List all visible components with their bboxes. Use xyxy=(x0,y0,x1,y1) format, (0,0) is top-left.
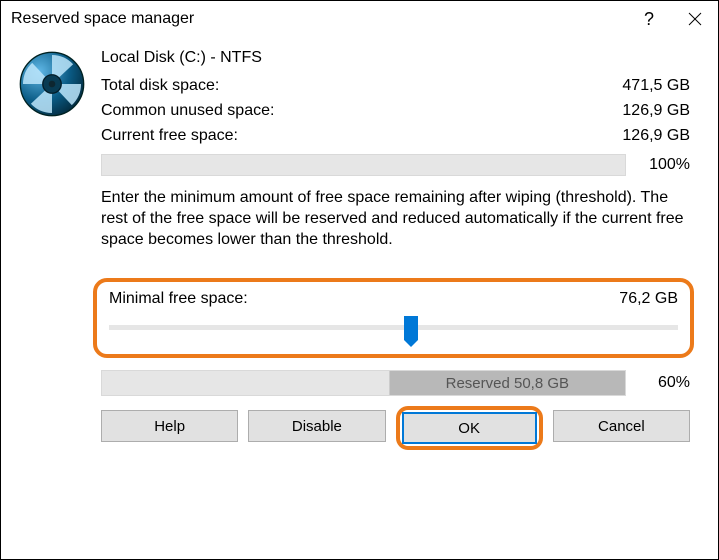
disk-icon xyxy=(19,51,85,117)
help-button[interactable]: ? xyxy=(626,1,672,37)
button-row: Help Disable OK Cancel xyxy=(101,410,690,446)
unused-label: Common unused space: xyxy=(101,102,274,120)
question-icon: ? xyxy=(644,9,654,30)
help-button-bottom[interactable]: Help xyxy=(101,410,238,442)
free-space-progress-row: 100% xyxy=(101,154,690,176)
free-space-progress-bar xyxy=(101,154,626,176)
free-value: 126,9 GB xyxy=(622,127,690,145)
free-label: Current free space: xyxy=(101,127,238,145)
free-space-pct: 100% xyxy=(626,156,690,174)
slider-track xyxy=(109,325,678,330)
total-value: 471,5 GB xyxy=(622,77,690,95)
dialog-body: Local Disk (C:) - NTFS Total disk space:… xyxy=(1,37,718,559)
ok-button[interactable]: OK xyxy=(402,412,537,444)
dialog-title: Reserved space manager xyxy=(11,10,626,28)
slider-highlight-box: Minimal free space: 76,2 GB xyxy=(93,278,694,358)
slider-thumb[interactable] xyxy=(404,316,418,340)
reserved-pct: 60% xyxy=(626,374,690,392)
close-button[interactable] xyxy=(672,1,718,37)
cancel-button[interactable]: Cancel xyxy=(553,410,690,442)
title-bar: Reserved space manager ? xyxy=(1,1,718,37)
description-text: Enter the minimum amount of free space r… xyxy=(101,188,690,250)
reserved-label: Reserved 50,8 GB xyxy=(446,375,569,392)
row-current-free-space: Current free space: 126,9 GB xyxy=(101,127,690,145)
slider-value: 76,2 GB xyxy=(619,290,678,308)
content-column: Local Disk (C:) - NTFS Total disk space:… xyxy=(101,37,718,559)
ok-highlight-box: OK xyxy=(396,406,543,450)
unused-value: 126,9 GB xyxy=(622,102,690,120)
reserved-row: Reserved 50,8 GB 60% xyxy=(101,370,690,396)
minimal-free-space-slider[interactable] xyxy=(109,316,678,340)
icon-column xyxy=(1,37,101,559)
slider-header: Minimal free space: 76,2 GB xyxy=(109,290,678,308)
row-total-disk-space: Total disk space: 471,5 GB xyxy=(101,77,690,95)
reserved-bar-empty xyxy=(102,371,390,395)
reserved-bar-fill: Reserved 50,8 GB xyxy=(390,371,625,395)
row-common-unused-space: Common unused space: 126,9 GB xyxy=(101,102,690,120)
disable-button[interactable]: Disable xyxy=(248,410,385,442)
reserved-bar: Reserved 50,8 GB xyxy=(101,370,626,396)
dialog-window: Reserved space manager ? xyxy=(0,0,719,560)
disk-label: Local Disk (C:) - NTFS xyxy=(101,49,690,67)
total-label: Total disk space: xyxy=(101,77,219,95)
close-icon xyxy=(688,12,702,26)
slider-label: Minimal free space: xyxy=(109,290,248,308)
